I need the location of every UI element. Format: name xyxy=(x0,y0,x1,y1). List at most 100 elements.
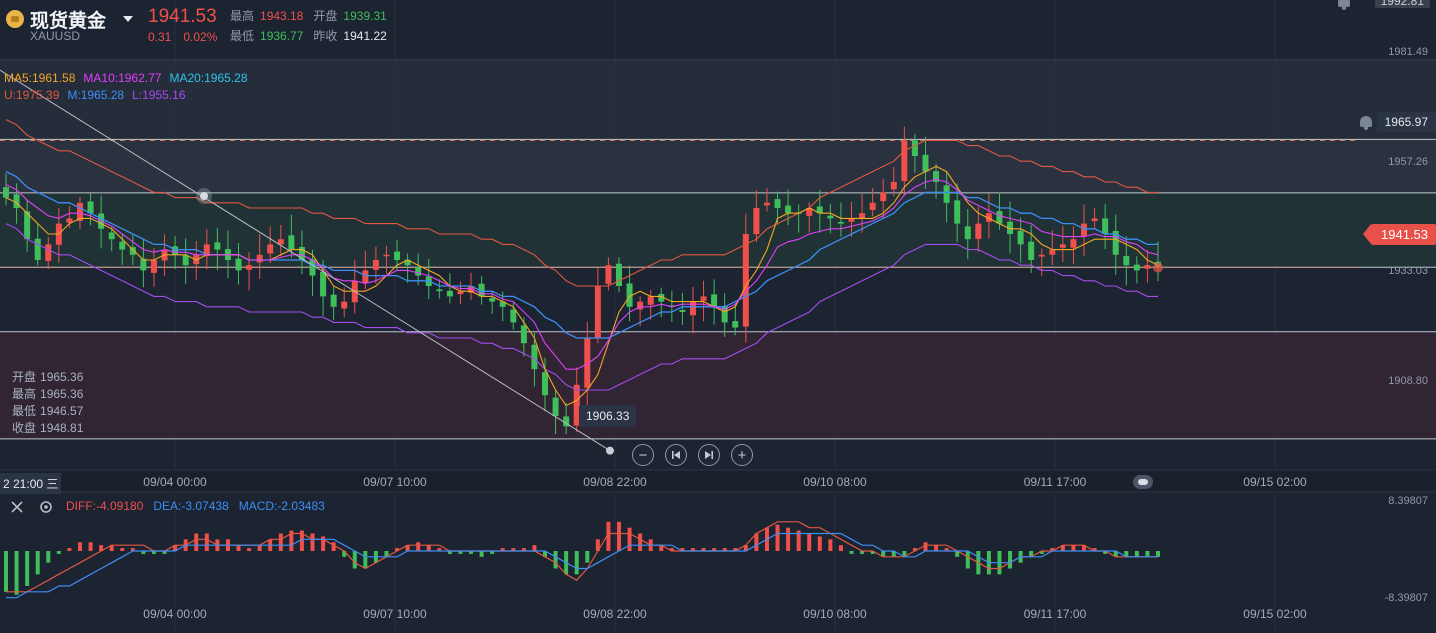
macd-histogram-bar xyxy=(1008,551,1013,569)
candle-body xyxy=(372,260,379,270)
instrument-symbol: XAUUSD xyxy=(30,29,81,43)
bell-icon[interactable] xyxy=(1338,0,1350,10)
candle-body xyxy=(890,182,897,190)
candle-body xyxy=(108,232,115,240)
candle-body xyxy=(774,199,781,208)
candle-body xyxy=(235,258,242,271)
prev-close-value: 1941.22 xyxy=(343,29,387,43)
prev-close-label: 昨收 xyxy=(313,29,338,43)
candle-body xyxy=(880,192,887,202)
trendline-handle[interactable] xyxy=(196,188,212,204)
chart-canvas[interactable] xyxy=(0,0,1436,633)
macd-time-label-3: 09/08 22:00 xyxy=(583,607,647,621)
candle-body xyxy=(1123,256,1130,266)
candle-body xyxy=(837,221,844,224)
candle-body xyxy=(647,296,654,305)
macd-histogram-bar xyxy=(479,551,484,557)
macd-histogram-bar xyxy=(1134,551,1139,557)
alert-price-tag[interactable]: 1965.97 xyxy=(1376,112,1436,132)
candle-body xyxy=(1081,223,1088,236)
ohlc-open-label: 开盘 xyxy=(12,370,37,384)
candle-body xyxy=(732,321,739,328)
candle-body xyxy=(320,271,327,297)
candle-body xyxy=(446,290,453,297)
scroll-end-button[interactable] xyxy=(698,444,720,466)
macd-histogram-bar xyxy=(426,545,431,551)
change-value: 0.31 xyxy=(148,30,172,44)
zoom-out-button[interactable]: − xyxy=(632,444,654,466)
candle-body xyxy=(34,238,41,260)
time-label-1: 09/04 00:00 xyxy=(143,475,207,489)
candle-body xyxy=(679,310,686,312)
zoom-in-button[interactable]: + xyxy=(731,444,753,466)
open-value: 1939.31 xyxy=(343,9,387,23)
gear-icon[interactable] xyxy=(38,499,54,515)
macd-histogram-bar xyxy=(553,551,558,569)
macd-histogram-bar xyxy=(934,545,939,551)
macd-histogram-bar xyxy=(321,536,326,551)
time-scroll-knob[interactable] xyxy=(1133,475,1153,489)
macd-panel-bg xyxy=(0,492,1436,633)
price-zone-2 xyxy=(0,139,1436,193)
skip-back-icon xyxy=(672,451,680,459)
candle-body xyxy=(3,187,9,198)
last-price-tag: 1941.53 xyxy=(1363,224,1436,245)
candle-body xyxy=(922,154,929,172)
candle-body xyxy=(869,202,876,210)
macd-controls xyxy=(10,499,54,515)
macd-histogram-bar xyxy=(204,533,209,551)
candle-body xyxy=(256,254,263,263)
macd-histogram-bar xyxy=(46,551,51,563)
candle-body xyxy=(531,344,538,370)
candle-body xyxy=(711,294,718,307)
candle-body xyxy=(753,208,760,235)
candle-body xyxy=(267,244,274,254)
candle-body xyxy=(911,140,918,156)
price-zone-4 xyxy=(0,331,1436,439)
candle-body xyxy=(182,255,189,266)
candle-body xyxy=(150,260,157,273)
high-value: 1943.18 xyxy=(260,9,304,23)
ohlc-close-value: 1948.81 xyxy=(40,421,84,435)
ma-legend: MA5:1961.58 MA10:1962.77 MA20:1965.28 xyxy=(4,71,256,85)
macd-histogram-bar xyxy=(247,548,252,551)
dea-legend: DEA:-3.07438 xyxy=(153,499,229,513)
time-axis-bar xyxy=(0,470,1436,492)
scroll-start-button[interactable] xyxy=(665,444,687,466)
macd-histogram-bar xyxy=(194,533,199,551)
candle-body xyxy=(510,309,517,323)
close-icon[interactable] xyxy=(10,500,24,514)
candle-body xyxy=(45,244,52,261)
dropdown-caret-icon[interactable] xyxy=(123,16,133,22)
macd-histogram-bar xyxy=(838,545,843,551)
last-price: 1941.53 xyxy=(148,6,217,27)
low-value: 1936.77 xyxy=(260,29,304,43)
ohlc-close-label: 收盘 xyxy=(12,421,37,435)
candle-body xyxy=(341,301,348,309)
boll-upper-legend: U:1975.39 xyxy=(4,88,60,102)
price-tick-3: 1933.03 xyxy=(1388,265,1428,277)
kline-svg[interactable] xyxy=(0,0,1436,633)
price-tick-2: 1957.26 xyxy=(1388,156,1428,168)
macd-histogram-bar xyxy=(236,545,241,551)
alert-bell-icon[interactable] xyxy=(1360,116,1372,130)
candle-body xyxy=(394,251,401,260)
open-label: 开盘 xyxy=(313,9,338,23)
candle-body xyxy=(119,241,126,250)
ohlc-open-value: 1965.36 xyxy=(40,370,84,384)
boll-legend: U:1975.39 M:1965.28 L:1955.16 xyxy=(4,88,194,102)
macd-time-label-1: 09/04 00:00 xyxy=(143,607,207,621)
macd-histogram-bar xyxy=(310,533,315,551)
candle-body xyxy=(742,234,749,327)
macd-histogram-bar xyxy=(1071,545,1076,551)
candle-body xyxy=(785,205,792,214)
macd-histogram-bar xyxy=(88,542,93,551)
candle-body xyxy=(383,254,390,257)
boll-lower-legend: L:1955.16 xyxy=(132,88,186,102)
candle-body xyxy=(362,270,369,284)
time-label-5: 09/11 17:00 xyxy=(1023,475,1087,489)
candle-body xyxy=(542,372,549,396)
candle-body xyxy=(172,246,179,255)
candle-body xyxy=(615,263,622,286)
macd-histogram-bar xyxy=(828,539,833,551)
